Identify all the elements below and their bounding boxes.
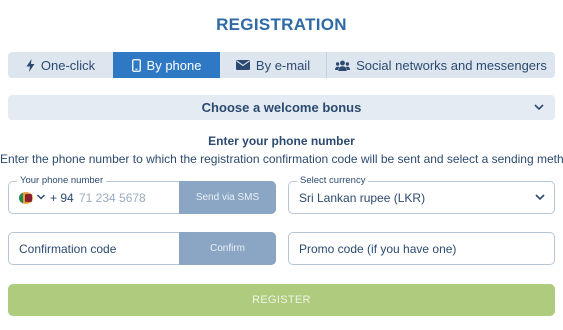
confirmation-code-input[interactable]: Confirmation code [19, 242, 116, 256]
confirmation-code-field[interactable]: Confirmation code Confirm [8, 232, 276, 265]
chevron-down-icon[interactable] [36, 191, 46, 203]
phone-section-heading: Enter your phone number [208, 134, 355, 148]
phone-number-legend: Your phone number [17, 175, 107, 187]
envelope-icon [235, 60, 250, 70]
promo-code-field[interactable]: Promo code (if you have one) [288, 232, 555, 265]
chevron-down-icon [533, 100, 545, 114]
lightning-icon [26, 58, 35, 72]
page-title: REGISTRATION [216, 15, 347, 34]
tab-by-phone[interactable]: By phone [113, 52, 220, 78]
country-code: + 94 [50, 191, 74, 205]
tab-label: By e-mail [255, 57, 311, 73]
phone-number-field[interactable]: Your phone number + 94 71 234 5678 Send … [8, 175, 276, 214]
tab-one-click[interactable]: One-click [8, 52, 113, 78]
tab-label: One-click [40, 57, 96, 73]
chevron-down-icon [534, 190, 546, 204]
tab-label: Social networks and messengers [356, 57, 547, 73]
users-icon [335, 60, 351, 71]
phone-number-input[interactable]: 71 234 5678 [79, 191, 146, 205]
tab-label: By phone [146, 57, 202, 73]
currency-legend: Select currency [297, 175, 369, 187]
tab-by-email[interactable]: By e-mail [220, 52, 326, 78]
welcome-bonus-dropdown[interactable]: Choose a welcome bonus [8, 95, 555, 120]
tab-social-networks[interactable]: Social networks and messengers [327, 52, 555, 78]
welcome-bonus-label: Choose a welcome bonus [201, 100, 362, 115]
register-button[interactable]: REGISTER [8, 284, 555, 316]
phone-section-description: Enter the phone number to which the regi… [0, 152, 563, 166]
promo-code-input[interactable]: Promo code (if you have one) [299, 242, 456, 256]
currency-value: Sri Lankan rupee (LKR) [299, 191, 426, 205]
confirm-button[interactable]: Confirm [179, 232, 276, 265]
phone-icon [131, 58, 141, 72]
send-via-sms-button[interactable]: Send via SMS [179, 181, 276, 214]
registration-tabs: One-click By phone By e-mail Social netw… [8, 52, 555, 78]
currency-select[interactable]: Select currency Sri Lankan rupee (LKR) [288, 175, 555, 214]
sri-lanka-flag-icon[interactable] [19, 192, 33, 204]
